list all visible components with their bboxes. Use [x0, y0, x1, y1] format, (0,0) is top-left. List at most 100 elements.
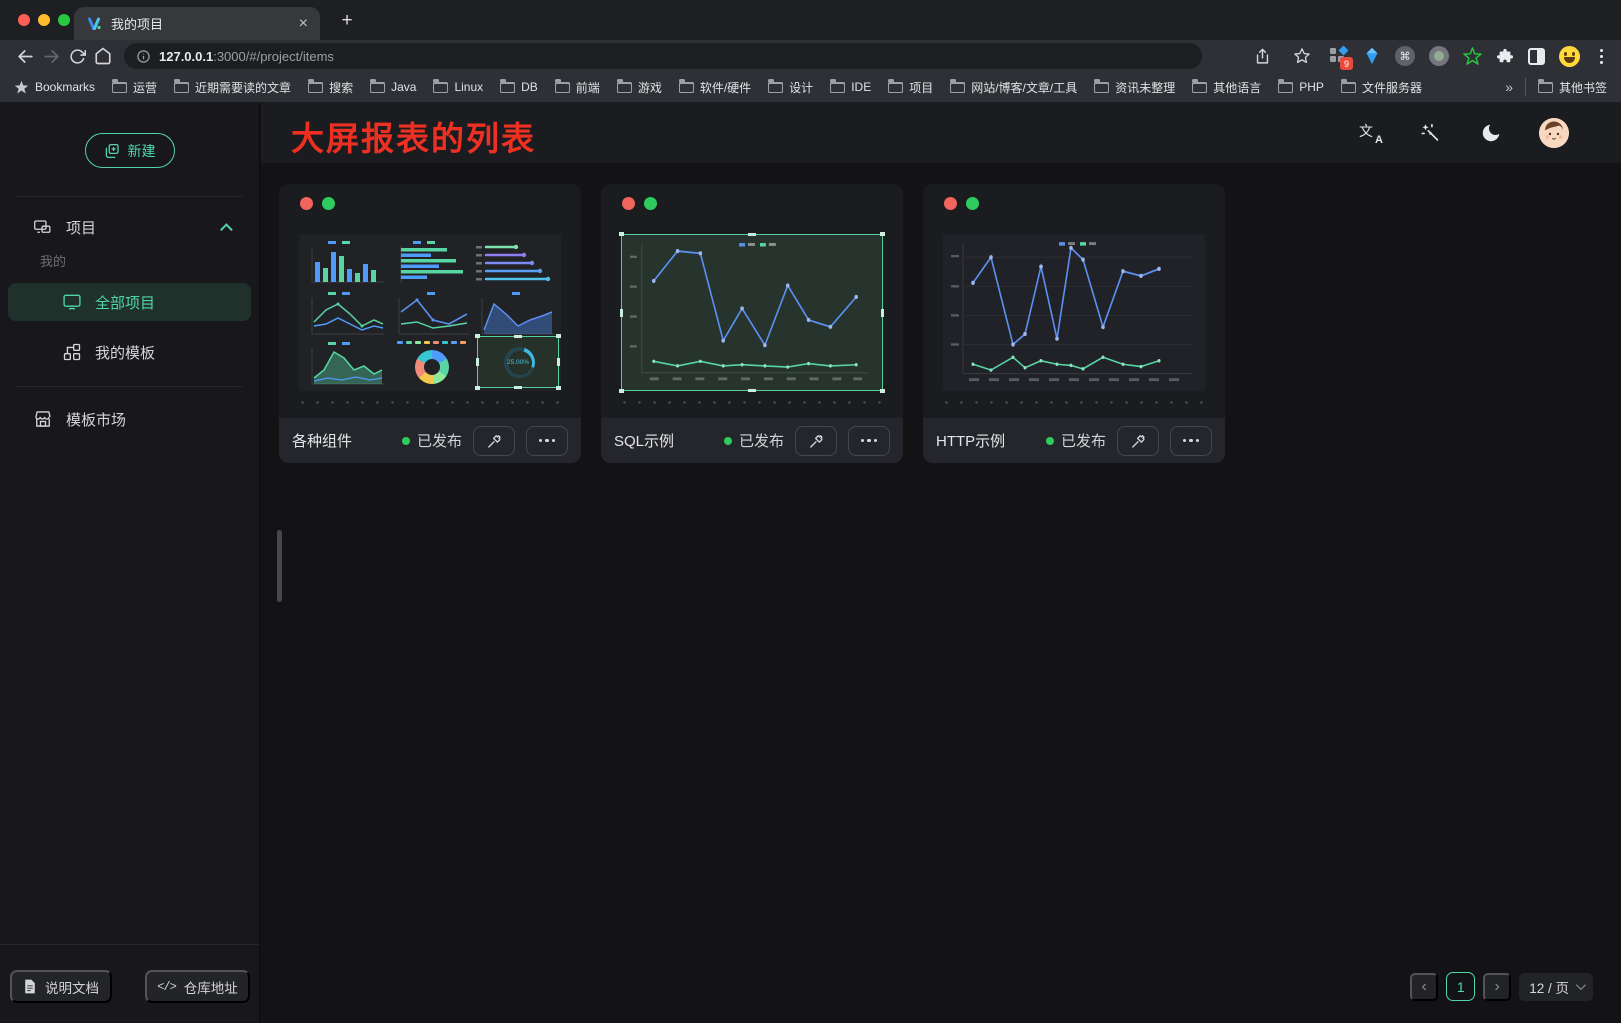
sidebar-item-template-market[interactable]: 模板市场	[8, 400, 251, 438]
more-actions-button[interactable]	[526, 426, 568, 456]
folder-icon	[1192, 82, 1207, 93]
sidebar-item-my-templates[interactable]: 我的模板	[8, 333, 251, 371]
zoom-window-button[interactable]	[58, 14, 70, 26]
extension-recorder-icon[interactable]	[1429, 46, 1449, 66]
bookmark-folder[interactable]: 搜索	[308, 79, 353, 96]
bookmark-folder[interactable]: 资讯未整理	[1094, 79, 1175, 96]
project-card-sql[interactable]: SQL示例 已发布	[601, 184, 903, 463]
address-bar[interactable]: 127.0.0.1:3000/#/project/items	[124, 43, 1202, 69]
language-icon[interactable]: 文 A	[1359, 121, 1383, 145]
folder-icon	[174, 82, 189, 93]
edit-project-button[interactable]	[473, 426, 515, 456]
sidebar-item-all-projects[interactable]: 全部项目	[8, 283, 251, 321]
app-header: 大屏报表的列表 文 A	[261, 103, 1621, 163]
document-icon	[23, 979, 37, 994]
bookmark-folder[interactable]: 前端	[555, 79, 600, 96]
chrome-menu-icon[interactable]	[1594, 47, 1609, 66]
close-window-button[interactable]	[18, 14, 30, 26]
forward-icon[interactable]	[38, 43, 64, 69]
bookmark-folder[interactable]: IDE	[830, 80, 871, 94]
user-avatar[interactable]	[1539, 118, 1569, 148]
page-title: 大屏报表的列表	[291, 112, 536, 160]
divider	[1525, 78, 1526, 96]
chevron-up-icon[interactable]	[220, 223, 233, 236]
mini-line-chart	[389, 290, 473, 339]
reload-icon[interactable]	[64, 43, 90, 69]
folder-icon	[1278, 82, 1293, 93]
project-title: HTTP示例	[936, 430, 1005, 451]
status-text: 已发布	[1061, 430, 1106, 451]
browser-toolbar: 127.0.0.1:3000/#/project/items 9 ⌘	[0, 40, 1621, 72]
bookmark-star-icon[interactable]	[1289, 43, 1315, 69]
browser-tab[interactable]: 我的项目 ×	[74, 7, 320, 40]
docs-button[interactable]: 说明文档	[10, 970, 112, 1003]
folder-icon	[888, 82, 903, 93]
magic-wand-icon[interactable]	[1419, 121, 1443, 145]
repo-button[interactable]: </> 仓库地址	[145, 970, 250, 1003]
project-card-components[interactable]: 25.00% 各种组件 已发布	[279, 184, 581, 463]
home-icon[interactable]	[90, 43, 116, 69]
page-size-select[interactable]: 12 / 页	[1519, 973, 1593, 1001]
divider	[16, 196, 243, 197]
project-card-http[interactable]: HTTP示例 已发布	[923, 184, 1225, 463]
bookmark-folder[interactable]: Linux	[433, 80, 483, 94]
code-icon: </>	[157, 980, 176, 994]
bookmark-folder[interactable]: 运营	[112, 79, 157, 96]
dark-mode-moon-icon[interactable]	[1479, 121, 1503, 145]
mini-area-chart-green	[304, 340, 388, 389]
extension-command-icon[interactable]: ⌘	[1395, 46, 1415, 66]
bookmarks-bar: Bookmarks 运营 近期需要读的文章 搜索 Java Linux DB 前…	[0, 72, 1621, 103]
share-icon[interactable]	[1249, 43, 1275, 69]
dotted-divider	[617, 401, 887, 404]
tab-close-icon[interactable]: ×	[299, 16, 308, 32]
extension-proxy-icon[interactable]: 9	[1329, 46, 1349, 66]
profile-avatar-icon[interactable]	[1559, 46, 1580, 67]
extensions-puzzle-icon[interactable]	[1496, 47, 1514, 65]
bookmarks-manager[interactable]: Bookmarks	[14, 80, 95, 95]
bookmark-folder[interactable]: 设计	[768, 79, 813, 96]
prev-page-button[interactable]: ‹	[1410, 973, 1438, 1001]
bookmark-folder[interactable]: 网站/博客/文章/工具	[950, 79, 1077, 96]
more-actions-button[interactable]	[1170, 426, 1212, 456]
line-chart	[622, 235, 882, 390]
next-page-button[interactable]: ›	[1483, 973, 1511, 1001]
mini-donut-chart	[395, 340, 467, 388]
project-title: 各种组件	[292, 430, 352, 451]
side-panel-icon[interactable]	[1528, 48, 1545, 65]
new-project-button[interactable]: 新建	[85, 133, 175, 168]
bookmark-folder[interactable]: 近期需要读的文章	[174, 79, 291, 96]
bookmarks-overflow-button[interactable]: »	[1505, 79, 1513, 95]
sidebar-section-projects[interactable]: 项目	[0, 207, 259, 247]
bookmark-folder[interactable]: DB	[500, 80, 538, 94]
bookmark-folder[interactable]: Java	[370, 80, 416, 94]
folder-icon	[500, 82, 515, 93]
divider	[0, 944, 259, 945]
bookmark-folder[interactable]: 游戏	[617, 79, 662, 96]
other-bookmarks-button[interactable]: 其他书签	[1538, 79, 1607, 96]
window-controls	[18, 14, 70, 26]
bookmark-folder[interactable]: 文件服务器	[1341, 79, 1422, 96]
current-page-button[interactable]: 1	[1446, 972, 1475, 1001]
minimize-window-button[interactable]	[38, 14, 50, 26]
edit-project-button[interactable]	[795, 426, 837, 456]
folder-icon	[950, 82, 965, 93]
extension-gem-icon[interactable]	[1363, 47, 1381, 65]
bookmark-folder[interactable]: 其他语言	[1192, 79, 1261, 96]
monitor-icon	[62, 292, 82, 312]
url-text: 127.0.0.1:3000/#/project/items	[159, 49, 334, 64]
tab-strip: 我的项目 × +	[0, 0, 1621, 40]
edit-project-button[interactable]	[1117, 426, 1159, 456]
bookmark-folder[interactable]: 项目	[888, 79, 933, 96]
site-info-icon[interactable]	[136, 49, 151, 64]
folder-icon	[1094, 82, 1109, 93]
new-tab-button[interactable]: +	[334, 8, 360, 34]
more-actions-button[interactable]	[848, 426, 890, 456]
extension-star-icon[interactable]	[1463, 47, 1482, 66]
card-dots	[300, 197, 335, 210]
chevron-down-icon	[1576, 980, 1586, 990]
browser-window: 我的项目 × + 127.0.0.1:3000/#/project/items	[0, 0, 1621, 1023]
scrollbar-thumb[interactable]	[277, 530, 282, 602]
bookmark-folder[interactable]: PHP	[1278, 80, 1324, 94]
bookmark-folder[interactable]: 软件/硬件	[679, 79, 751, 96]
back-icon[interactable]	[12, 43, 38, 69]
